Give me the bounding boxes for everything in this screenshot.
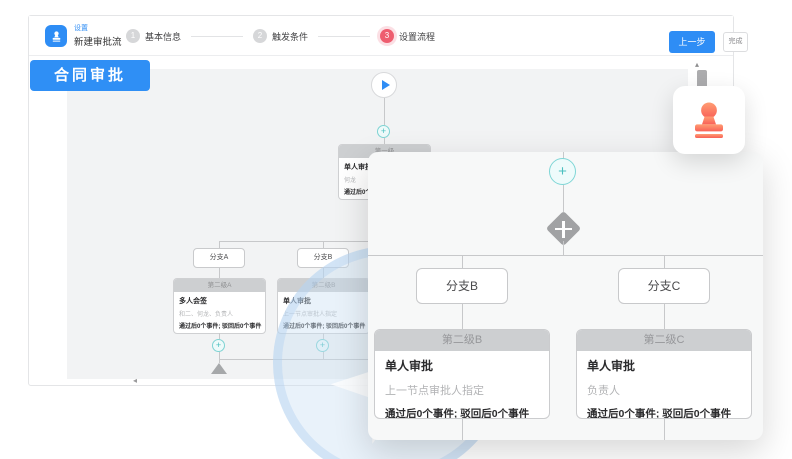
step-label: 基本信息	[145, 30, 181, 43]
branch-node-b[interactable]: 分支B	[416, 268, 508, 304]
add-node-button[interactable]: +	[377, 125, 390, 138]
finish-button[interactable]: 完成	[723, 32, 748, 52]
stamp-icon	[688, 99, 730, 141]
approval-card-level2b[interactable]: 第二级B 单人审批 上一节点审批人指定 通过后0个事件; 驳回后0个事件	[374, 329, 550, 419]
step-trigger-condition[interactable]: 2 触发条件	[253, 29, 308, 43]
card-body: 单人审批 负责人 通过后0个事件; 驳回后0个事件	[577, 351, 751, 419]
approver: 负责人	[587, 382, 741, 398]
start-node[interactable]	[371, 72, 397, 98]
flow-name-tag: 合同审批	[30, 60, 150, 91]
connector-line	[462, 304, 463, 329]
branch-node-a[interactable]: 分支A	[193, 248, 245, 268]
connector-line	[462, 419, 463, 440]
connector-line	[323, 268, 324, 278]
approval-card-level2c[interactable]: 第二级C 单人审批 负责人 通过后0个事件; 驳回后0个事件	[576, 329, 752, 419]
card-header: 第二级B	[375, 330, 549, 351]
branch-node-b[interactable]: 分支B	[297, 248, 349, 268]
step-number: 3	[380, 29, 394, 43]
app-stamp-icon	[45, 25, 67, 47]
card-body: 单人审批 上一节点审批人指定 通过后0个事件; 驳回后0个事件	[375, 351, 549, 419]
step-number: 2	[253, 29, 267, 43]
stamp-glyph	[50, 30, 63, 43]
app-subtitle: 设置	[74, 23, 88, 33]
step-connector	[318, 36, 370, 37]
window-topbar: 设置 新建审批流 1 基本信息 2 触发条件 3 设置流程 上一步	[29, 16, 733, 56]
card-header: 第二级B	[278, 279, 369, 292]
branch-split-line	[368, 255, 763, 256]
card-header: 第二级A	[174, 279, 265, 292]
add-node-button[interactable]: +	[549, 158, 576, 185]
connector-line	[219, 352, 220, 359]
step-label: 触发条件	[272, 30, 308, 43]
merge-arrow-icon	[211, 363, 227, 374]
branch-merge-line	[219, 359, 369, 360]
connector-line	[563, 241, 564, 255]
approval-type: 单人审批	[385, 357, 539, 374]
step-connector	[191, 36, 243, 37]
play-icon	[382, 80, 390, 90]
events-summary: 通过后0个事件; 驳回后0个事件	[587, 406, 741, 419]
events-summary: 通过后0个事件; 驳回后0个事件	[179, 321, 260, 330]
approval-card-level2a[interactable]: 第二级A 多人会签 和二、何龙、负责人 通过后0个事件; 驳回后0个事件	[173, 278, 266, 334]
connector-line	[664, 304, 665, 329]
page: 设置 新建审批流 1 基本信息 2 触发条件 3 设置流程 上一步	[0, 0, 792, 459]
zoom-preview-panel: + 分支B 分支C 第二级B 单人审批 上一节点审批人指定 通过后0个事件; 驳…	[368, 152, 763, 440]
approval-type: 单人审批	[587, 357, 741, 374]
connector-line	[384, 98, 385, 125]
connector-line	[462, 255, 463, 268]
step-number: 1	[126, 29, 140, 43]
gateway-plus-icon	[562, 221, 565, 238]
stamp-card	[673, 86, 745, 154]
card-body: 单人审批 上一节点审批人指定 通过后0个事件; 驳回后0个事件	[278, 292, 369, 333]
connector-line	[664, 419, 665, 440]
step-set-flow[interactable]: 3 设置流程	[380, 29, 435, 43]
connector-line	[219, 241, 220, 248]
connector-line	[664, 255, 665, 268]
scroll-left-icon[interactable]: ◂	[133, 376, 137, 385]
connector-line	[563, 185, 564, 212]
approval-type: 单人审批	[283, 296, 364, 306]
events-summary: 通过后0个事件; 驳回后0个事件	[283, 321, 364, 330]
scroll-up-icon[interactable]: ▴	[695, 60, 699, 69]
add-node-button[interactable]: +	[212, 339, 225, 352]
card-header: 第二级C	[577, 330, 751, 351]
previous-step-button[interactable]: 上一步	[669, 31, 715, 53]
connector-line	[323, 241, 324, 248]
step-label: 设置流程	[399, 30, 435, 43]
approver: 和二、何龙、负责人	[179, 309, 260, 318]
connector-line	[219, 268, 220, 278]
approval-type: 多人会签	[179, 296, 260, 306]
approval-card-level2b[interactable]: 第二级B 单人审批 上一节点审批人指定 通过后0个事件; 驳回后0个事件	[277, 278, 370, 334]
approver: 上一节点审批人指定	[283, 309, 364, 318]
wizard-steps: 1 基本信息 2 触发条件 3 设置流程	[126, 16, 435, 56]
approver: 上一节点审批人指定	[385, 382, 539, 398]
branch-node-c[interactable]: 分支C	[618, 268, 710, 304]
card-body: 多人会签 和二、何龙、负责人 通过后0个事件; 驳回后0个事件	[174, 292, 265, 333]
step-basic-info[interactable]: 1 基本信息	[126, 29, 181, 43]
app-title: 新建审批流	[74, 34, 122, 48]
events-summary: 通过后0个事件; 驳回后0个事件	[385, 406, 539, 419]
connector-line	[323, 352, 324, 359]
add-node-button[interactable]: +	[316, 339, 329, 352]
